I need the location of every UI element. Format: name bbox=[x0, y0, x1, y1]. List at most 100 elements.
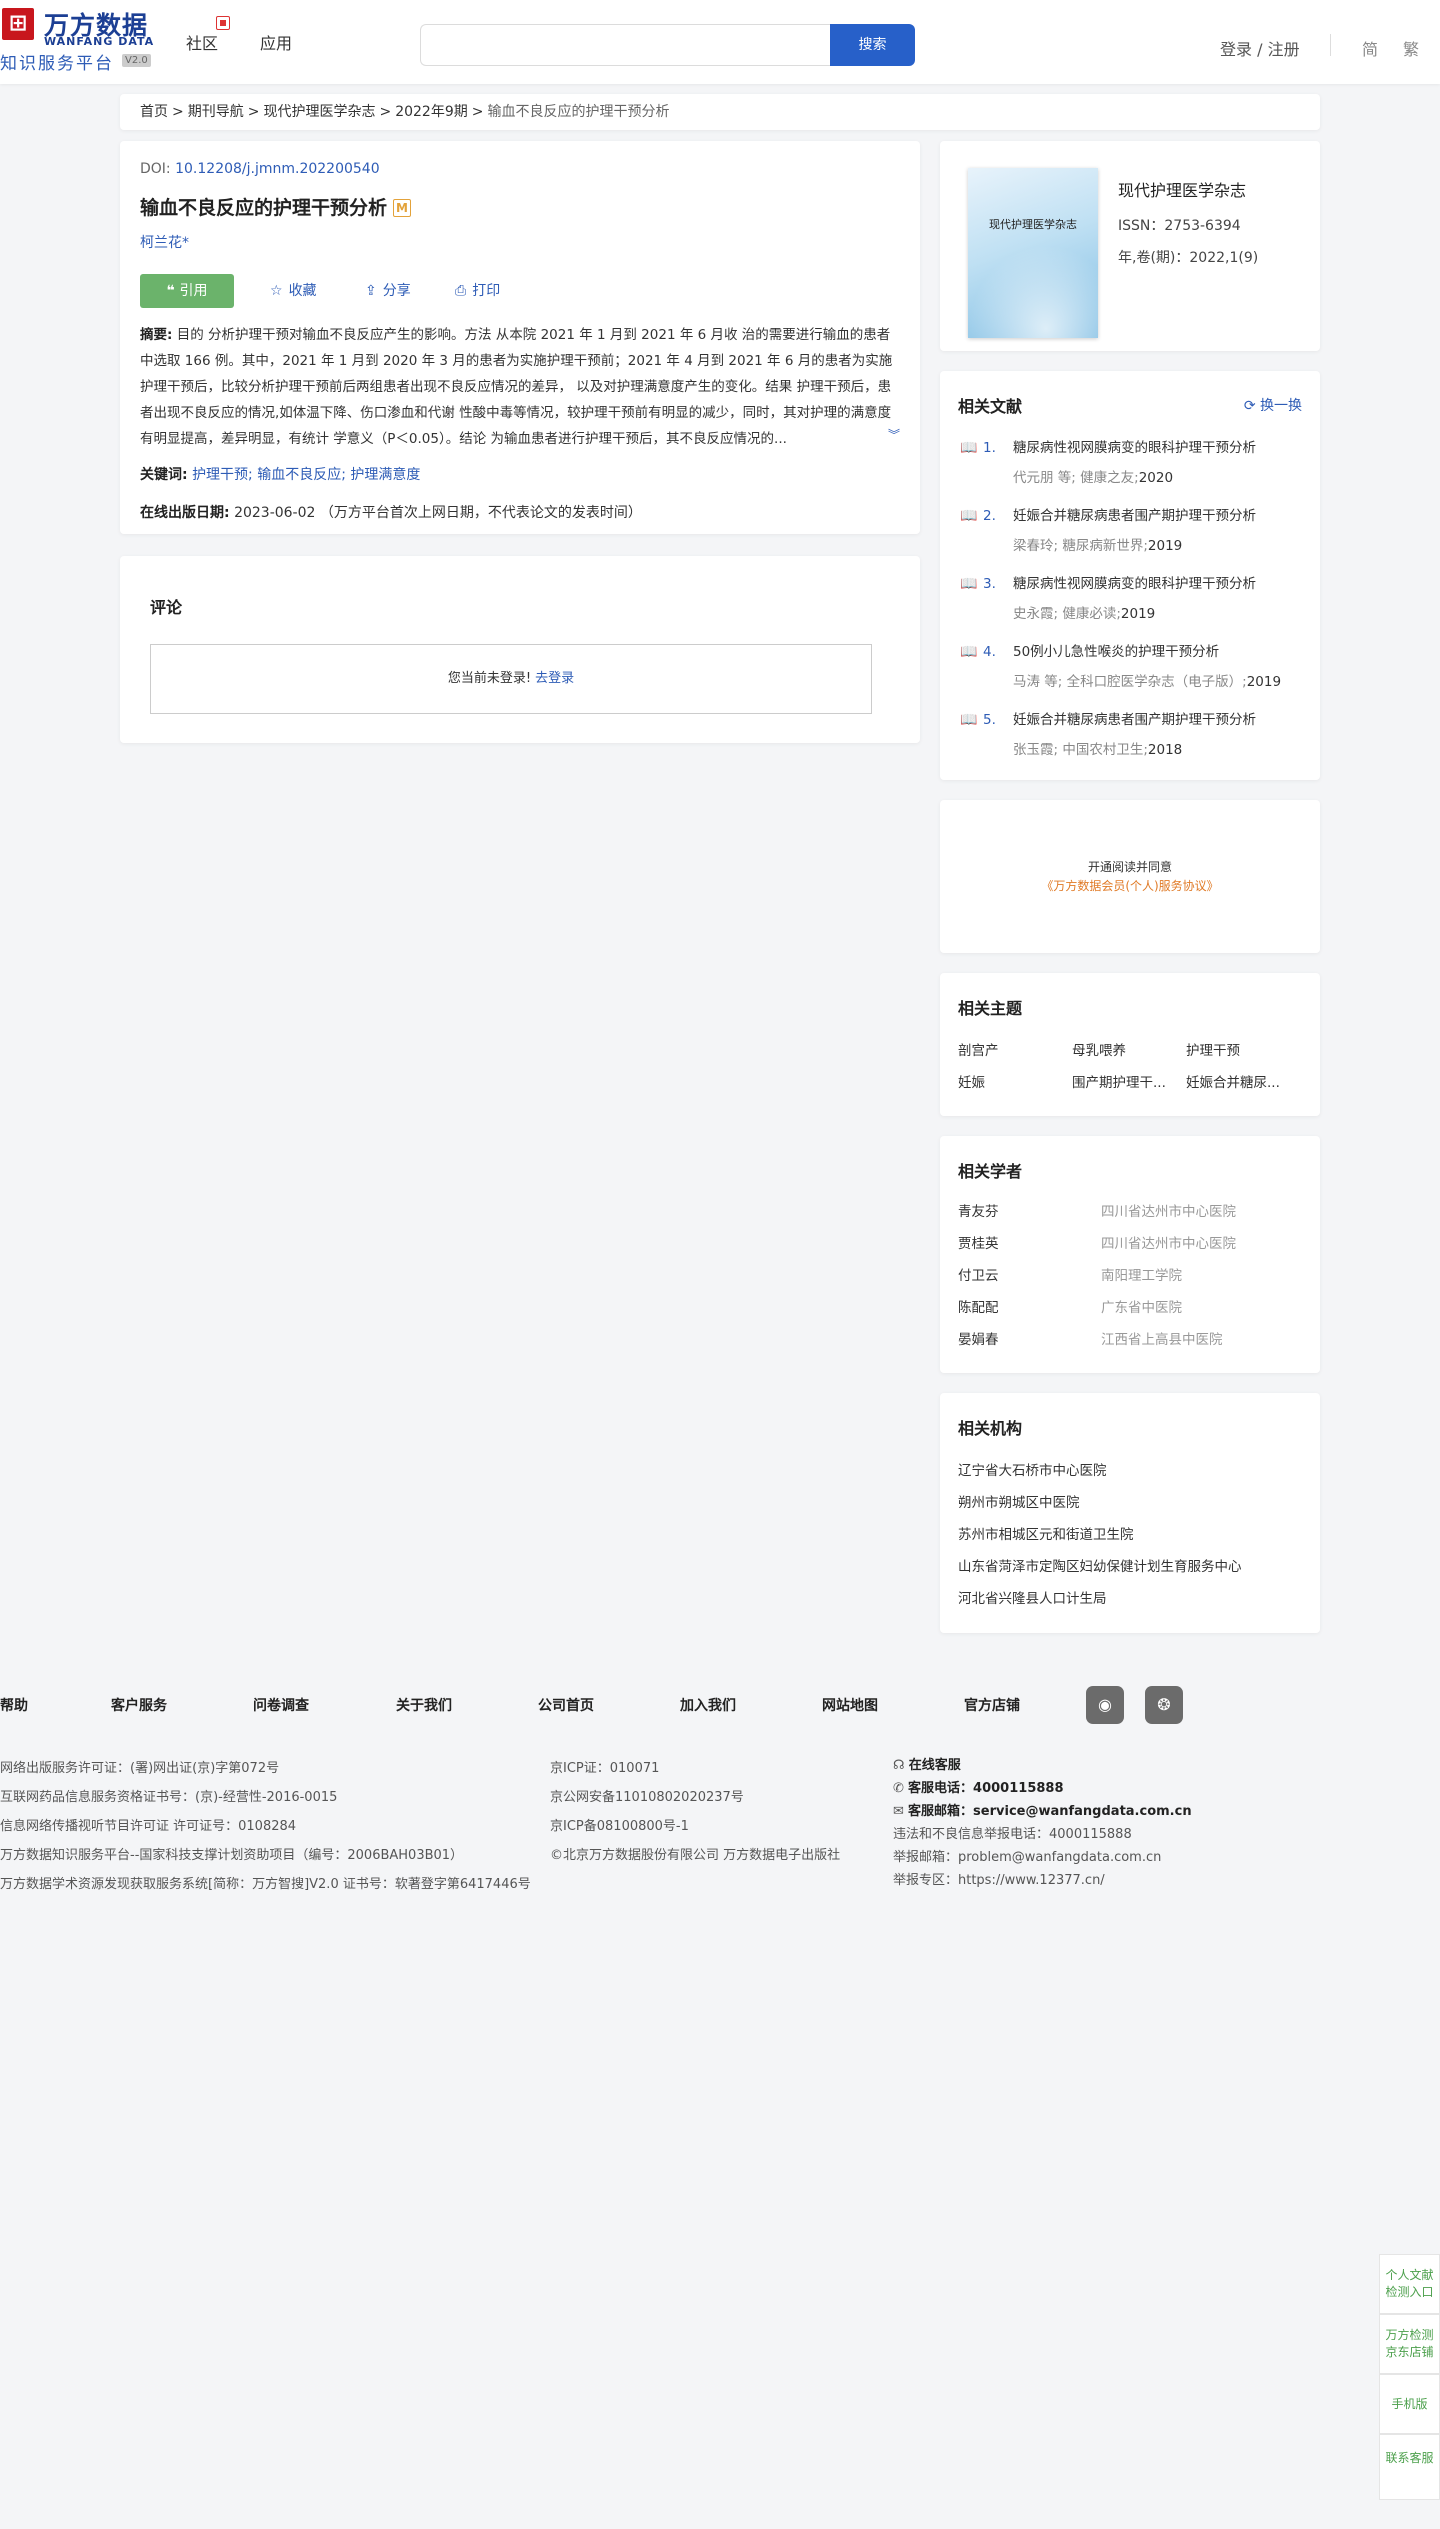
not-logged-in-text: 您当前未登录! bbox=[447, 671, 532, 686]
keyword-link[interactable]: 护理干预; bbox=[192, 467, 253, 483]
footer-license-line: 万方数据学术资源发现获取服务系统[简称：万方智搜]V2.0 证书号：软著登字第6… bbox=[0, 1877, 531, 1892]
breadcrumb-home[interactable]: 首页 bbox=[140, 104, 168, 120]
wechat-icon[interactable]: ❂ bbox=[1145, 1686, 1183, 1724]
footer-customer-service-link[interactable]: 客户服务 bbox=[111, 1695, 167, 1715]
footer-help-link[interactable]: 帮助 bbox=[0, 1695, 28, 1715]
footer-icp-line: 京ICP证：010071 bbox=[550, 1761, 660, 1776]
breadcrumb-issue[interactable]: 2022年9期 bbox=[395, 104, 468, 120]
article-title: 输血不良反应的护理干预分析 bbox=[140, 197, 388, 219]
comment-login-box: 您当前未登录! 去登录 bbox=[150, 644, 872, 714]
favorite-button[interactable]: ☆ 收藏 bbox=[270, 274, 317, 308]
scholar-org[interactable]: 四川省达州市中心医院 bbox=[1101, 1200, 1236, 1220]
footer-license-line: 互联网药品信息服务资格证书号：(京)-经营性-2016-0015 bbox=[0, 1790, 338, 1805]
breadcrumb-separator: > bbox=[247, 104, 260, 120]
login-register-link[interactable]: 登录 / 注册 bbox=[1220, 36, 1300, 60]
related-scholars-title: 相关学者 bbox=[958, 1162, 1023, 1181]
journal-volume: 年,卷(期)：2022,1(9) bbox=[1118, 250, 1259, 266]
scholar-org[interactable]: 江西省上高县中医院 bbox=[1101, 1328, 1223, 1348]
keyword-link[interactable]: 输血不良反应; bbox=[257, 467, 346, 483]
author-link[interactable]: 柯兰花* bbox=[140, 235, 189, 251]
scholar-name[interactable]: 贾桂英 bbox=[958, 1236, 999, 1252]
journal-cover[interactable]: 现代护理医学杂志 bbox=[968, 168, 1098, 338]
service-agreement-link[interactable]: 《万方数据会员(个人)服务协议》 bbox=[940, 877, 1320, 894]
doc-title-link[interactable]: 糖尿病性视网膜病变的眼科护理干预分析 bbox=[1013, 569, 1302, 599]
print-button[interactable]: ⎙ 打印 bbox=[455, 274, 500, 308]
nav-apps[interactable]: 应用 bbox=[260, 30, 292, 54]
book-icon: 📖 bbox=[960, 644, 978, 660]
doc-title-link[interactable]: 糖尿病性视网膜病变的眼科护理干预分析 bbox=[1013, 433, 1302, 463]
online-date: 2023-06-02 bbox=[234, 505, 316, 521]
share-button[interactable]: ⇪ 分享 bbox=[365, 274, 411, 308]
cite-button[interactable]: ❝ 引用 bbox=[140, 274, 234, 308]
doc-title-link[interactable]: 妊娠合并糖尿病患者围产期护理干预分析 bbox=[1013, 705, 1302, 735]
breadcrumb-journals[interactable]: 期刊导航 bbox=[188, 104, 244, 120]
footer-icp-line: ©北京万方数据股份有限公司 万方数据电子出版社 bbox=[550, 1848, 841, 1863]
doc-number: 3. bbox=[983, 576, 996, 592]
abstract: 摘要: 目的 分析护理干预对输血不良反应产生的影响。方法 从本院 2021 年 … bbox=[140, 322, 900, 452]
breadcrumb-journal[interactable]: 现代护理医学杂志 bbox=[263, 104, 375, 120]
scholar-name[interactable]: 付卫云 bbox=[958, 1268, 999, 1284]
institution-link[interactable]: 山东省菏泽市定陶区妇幼保健计划生育服务中心 bbox=[958, 1555, 1242, 1575]
journal-name[interactable]: 现代护理医学杂志 bbox=[1118, 177, 1246, 201]
topic-link[interactable]: 妊娠合并糖尿... bbox=[1186, 1071, 1280, 1091]
abstract-text: 目的 分析护理干预对输血不良反应产生的影响。方法 从本院 2021 年 1 月到… bbox=[140, 327, 893, 447]
institution-link[interactable]: 朔州市朔城区中医院 bbox=[958, 1491, 1080, 1511]
scholar-row: 青友芬 四川省达州市中心医院 bbox=[958, 1200, 1298, 1220]
footer-icp-line: 京公网安备11010802020237号 bbox=[550, 1790, 744, 1805]
online-service-link[interactable]: ☊ 在线客服 bbox=[893, 1754, 1192, 1777]
go-login-link[interactable]: 去登录 bbox=[535, 671, 574, 686]
doi-link[interactable]: 10.12208/j.jmnm.202200540 bbox=[175, 161, 380, 177]
phone-label: 客服电话： bbox=[908, 1781, 974, 1796]
doc-authors: 张玉霞; 中国农村卫生; bbox=[1013, 742, 1148, 758]
topic-link[interactable]: 护理干预 bbox=[1186, 1039, 1240, 1059]
institution-link[interactable]: 辽宁省大石桥市中心医院 bbox=[958, 1459, 1107, 1479]
breadcrumb-separator: > bbox=[172, 104, 184, 120]
open-read-panel: 开通阅读并同意 《万方数据会员(个人)服务协议》 bbox=[940, 800, 1320, 953]
nav-community[interactable]: 社区 bbox=[186, 30, 218, 54]
keywords-label: 关键词: bbox=[140, 467, 188, 483]
plagiarism-check-entry[interactable]: 个人文献检测入口 bbox=[1379, 2254, 1440, 2314]
lang-simplified[interactable]: 简 bbox=[1362, 36, 1378, 60]
contact-support-entry[interactable]: 联系客服 bbox=[1379, 2434, 1440, 2500]
footer-license-line: 信息网络传播视听节目许可证 许可证号：0108284 bbox=[0, 1819, 297, 1834]
scholar-org[interactable]: 四川省达州市中心医院 bbox=[1101, 1232, 1236, 1252]
footer-sitemap-link[interactable]: 网站地图 bbox=[822, 1695, 878, 1715]
weibo-icon[interactable]: ◉ bbox=[1086, 1686, 1124, 1724]
keyword-link[interactable]: 护理满意度 bbox=[350, 467, 420, 483]
topic-link[interactable]: 剖宫产 bbox=[958, 1039, 999, 1059]
footer-join-link[interactable]: 加入我们 bbox=[680, 1695, 736, 1715]
doc-title-link[interactable]: 50例小儿急性喉炎的护理干预分析 bbox=[1013, 637, 1302, 667]
jd-store-entry[interactable]: 万方检测京东店铺 bbox=[1379, 2314, 1440, 2374]
scholar-name[interactable]: 青友芬 bbox=[958, 1204, 999, 1220]
scholar-name[interactable]: 陈配配 bbox=[958, 1300, 999, 1316]
swap-button[interactable]: ⟳ 换一换 bbox=[1244, 395, 1302, 415]
search-input[interactable] bbox=[421, 25, 830, 65]
list-item: 📖 4. 50例小儿急性喉炎的护理干预分析 马涛 等; 全科口腔医学杂志（电子版… bbox=[958, 637, 1302, 697]
list-item: 📖 5. 妊娠合并糖尿病患者围产期护理干预分析 张玉霞; 中国农村卫生;2018 bbox=[958, 705, 1302, 765]
share-icon: ⇪ bbox=[365, 283, 377, 299]
community-notification-icon bbox=[216, 16, 230, 30]
search-box bbox=[420, 24, 830, 66]
doc-year: 2020 bbox=[1138, 470, 1174, 486]
topic-link[interactable]: 母乳喂养 bbox=[1072, 1039, 1126, 1059]
doc-title-link[interactable]: 妊娠合并糖尿病患者围产期护理干预分析 bbox=[1013, 501, 1302, 531]
footer-store-link[interactable]: 官方店铺 bbox=[964, 1695, 1020, 1715]
scholar-org[interactable]: 南阳理工学院 bbox=[1101, 1264, 1182, 1284]
search-button[interactable]: 搜索 bbox=[830, 24, 915, 66]
email-address[interactable]: service@wanfangdata.com.cn bbox=[973, 1804, 1192, 1819]
footer-about-link[interactable]: 关于我们 bbox=[396, 1695, 452, 1715]
mobile-version-entry[interactable]: 手机版 bbox=[1379, 2374, 1440, 2434]
topic-link[interactable]: 围产期护理干... bbox=[1072, 1071, 1166, 1091]
scholar-org[interactable]: 广东省中医院 bbox=[1101, 1296, 1182, 1316]
article-title-row: 输血不良反应的护理干预分析 M bbox=[140, 193, 900, 220]
footer-company-link[interactable]: 公司首页 bbox=[538, 1695, 594, 1715]
institution-link[interactable]: 河北省兴隆县人口计生局 bbox=[958, 1587, 1107, 1607]
footer-survey-link[interactable]: 问卷调查 bbox=[253, 1695, 309, 1715]
wanfang-logo[interactable]: ⊞ 万方数据 WANFANG DATA 知识服务平台 V2.0 bbox=[0, 6, 160, 74]
topic-link[interactable]: 妊娠 bbox=[958, 1071, 985, 1091]
institution-link[interactable]: 苏州市相城区元和街道卫生院 bbox=[958, 1523, 1134, 1543]
expand-abstract-icon[interactable]: ︾ bbox=[887, 422, 900, 448]
report-zone[interactable]: 举报专区：https://www.12377.cn/ bbox=[893, 1869, 1192, 1892]
lang-traditional[interactable]: 繁 bbox=[1403, 36, 1419, 60]
scholar-name[interactable]: 晏娟春 bbox=[958, 1332, 999, 1348]
